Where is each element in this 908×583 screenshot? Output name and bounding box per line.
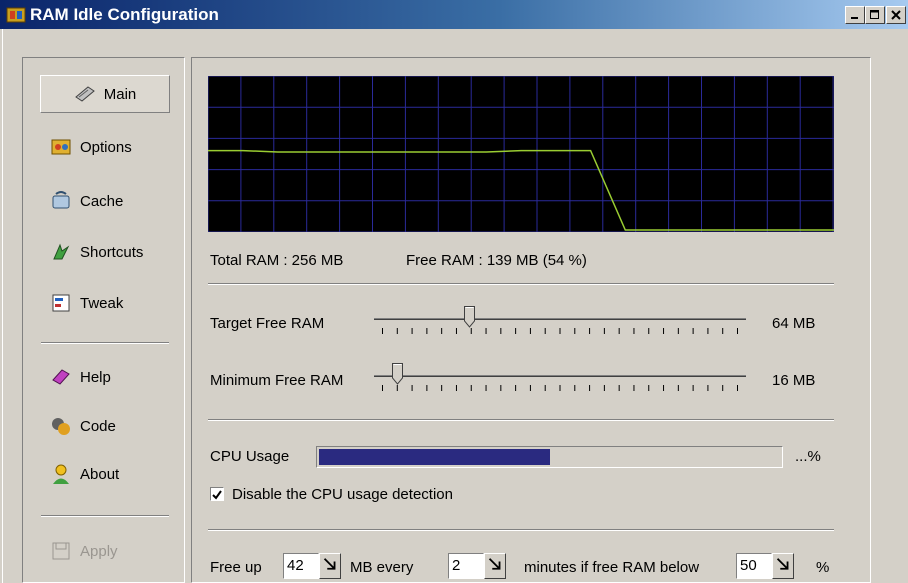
slider-thumb[interactable]: [392, 363, 403, 385]
free-ram-line: [208, 149, 834, 231]
minutes-spinner[interactable]: 2: [448, 553, 506, 579]
free-up-mb-input[interactable]: 42: [283, 553, 319, 579]
sidebar-item-code[interactable]: Code: [40, 407, 170, 445]
percent-sign: %: [816, 559, 830, 576]
sidebar-item-label: Tweak: [80, 294, 124, 312]
separator: [208, 283, 834, 285]
sidebar-separator: [41, 515, 169, 517]
title-bar[interactable]: RAM Idle Configuration: [0, 0, 908, 29]
minimize-button[interactable]: [845, 6, 865, 24]
separator: [208, 419, 834, 421]
percent-input[interactable]: 50: [736, 553, 772, 579]
free-up-label: Free up: [210, 559, 262, 576]
sidebar: Main Options Cache Shortcuts Tweak Help: [22, 57, 185, 583]
disable-cpu-checkbox[interactable]: [210, 487, 224, 501]
minimum-free-ram-value: 16 MB: [772, 372, 816, 389]
code-icon: [52, 418, 70, 435]
minutes-label: minutes if free RAM below: [524, 559, 700, 576]
spin-arrows-icon[interactable]: [484, 553, 506, 579]
slider-thumb[interactable]: [464, 306, 475, 328]
separator: [208, 529, 834, 531]
mb-every-label: MB every: [350, 559, 414, 576]
apply-label: Apply: [80, 542, 118, 560]
sidebar-item-label: Help: [80, 368, 111, 386]
minimum-free-ram-slider[interactable]: [374, 363, 746, 393]
sidebar-item-label: Cache: [80, 192, 124, 210]
memory-chip-icon: [74, 86, 95, 102]
minutes-input[interactable]: 2: [448, 553, 484, 579]
maximize-button[interactable]: [865, 6, 885, 24]
free-up-mb-spinner[interactable]: 42: [283, 553, 341, 579]
minimize-icon: [851, 17, 858, 19]
graph-grid: [208, 76, 834, 232]
apply-button[interactable]: Apply: [40, 532, 170, 570]
target-free-ram-slider[interactable]: [374, 306, 746, 336]
sidebar-item-options[interactable]: Options: [40, 128, 170, 166]
cpu-usage-percent: ...%: [795, 448, 821, 465]
spin-arrows-icon[interactable]: [772, 553, 794, 579]
percent-spinner[interactable]: 50: [736, 553, 794, 579]
app-icon: [6, 7, 26, 23]
close-icon: [891, 10, 901, 20]
slider-ticks: [382, 385, 738, 391]
sidebar-item-about[interactable]: About: [40, 455, 170, 493]
sidebar-item-label: Shortcuts: [80, 243, 144, 261]
ram-usage-graph: [208, 76, 834, 232]
about-person-icon: [53, 464, 69, 484]
shortcuts-icon: [53, 243, 70, 260]
cache-icon: [52, 191, 70, 209]
total-ram-label: Total RAM : 256 MB: [210, 252, 344, 269]
checkmark-icon: [212, 490, 222, 500]
target-free-ram-label: Target Free RAM: [210, 315, 325, 332]
sidebar-item-shortcuts[interactable]: Shortcuts: [40, 233, 170, 271]
sidebar-item-help[interactable]: Help: [40, 358, 170, 396]
sidebar-item-main[interactable]: Main: [40, 75, 170, 113]
options-icon: [51, 139, 71, 155]
sidebar-item-label: Code: [80, 417, 116, 435]
floppy-disk-icon: [52, 542, 70, 560]
window-title: RAM Idle Configuration: [30, 5, 219, 24]
sidebar-item-cache[interactable]: Cache: [40, 182, 170, 220]
sidebar-item-label: Main: [103, 85, 137, 103]
sidebar-item-label: About: [80, 465, 120, 483]
disable-cpu-label: Disable the CPU usage detection: [232, 486, 453, 503]
spin-arrows-icon[interactable]: [319, 553, 341, 579]
sidebar-item-tweak[interactable]: Tweak: [40, 284, 170, 322]
maximize-icon: [870, 10, 879, 19]
sidebar-item-label: Options: [80, 138, 132, 156]
close-button[interactable]: [886, 6, 906, 24]
free-ram-label: Free RAM : 139 MB (54 %): [406, 252, 587, 269]
cpu-usage-fill: [319, 449, 550, 465]
minimum-free-ram-label: Minimum Free RAM: [210, 372, 344, 389]
slider-track: [374, 318, 746, 320]
tweak-icon: [52, 294, 70, 312]
target-free-ram-value: 64 MB: [772, 315, 816, 332]
slider-track: [374, 375, 746, 377]
help-book-icon: [52, 369, 70, 385]
cpu-usage-label: CPU Usage: [210, 448, 290, 465]
slider-ticks: [382, 328, 738, 334]
cpu-usage-bar: [316, 446, 783, 468]
sidebar-separator: [41, 342, 169, 344]
